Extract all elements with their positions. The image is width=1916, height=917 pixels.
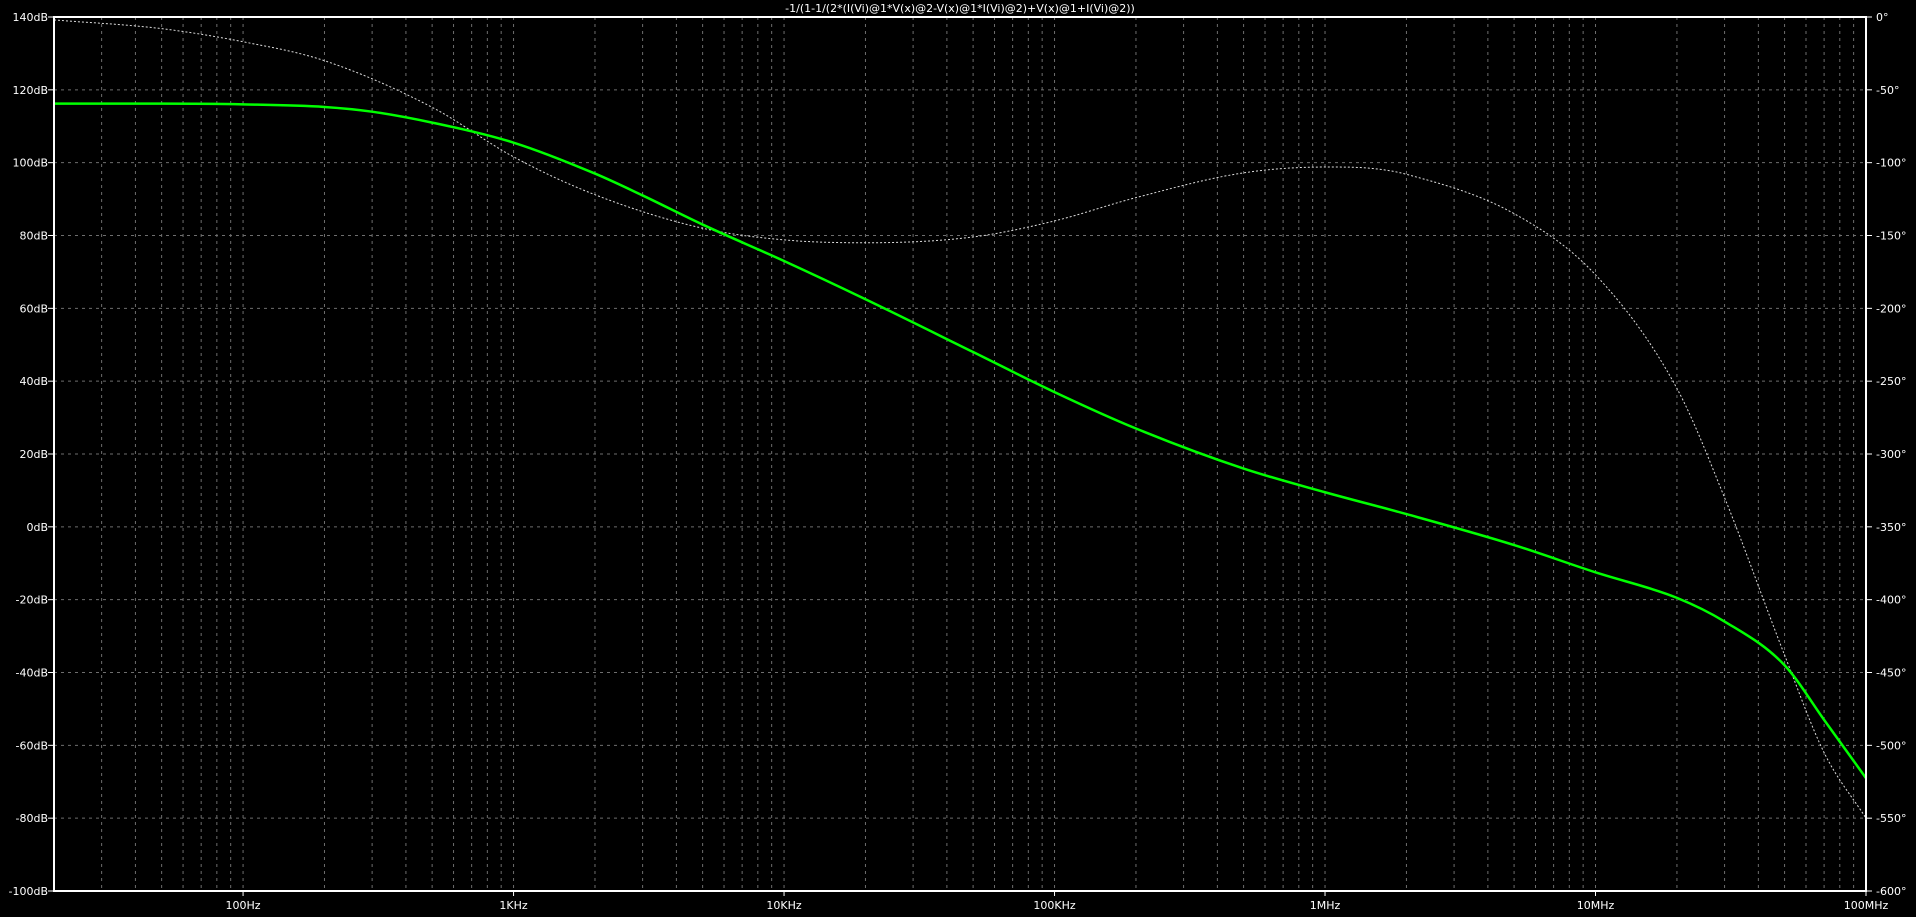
y-left-tick-label: -20dB [16, 594, 49, 607]
y-left-tick-label: -60dB [16, 739, 49, 752]
y-left-tick-label: -40dB [16, 667, 49, 680]
x-tick-label: 1KHz [499, 899, 527, 912]
bode-plot: 140dB 120dB 100dB 80dB 60dB 40dB 20dB 0dB -20dB -… [0, 0, 1916, 917]
plot-background [0, 0, 1916, 917]
y-left-tick-label: 80dB [19, 230, 48, 243]
y-left-tick-label: 100dB [12, 157, 48, 170]
y-right-tick-label: -200° [1876, 302, 1906, 315]
y-left-tick-label: 40dB [19, 375, 48, 388]
y-right-tick-label: -600° [1876, 885, 1906, 898]
y-left-tick-label: 60dB [19, 302, 48, 315]
x-tick-label: 10KHz [766, 899, 801, 912]
y-right-tick-label: -400° [1876, 594, 1906, 607]
y-left-tick-label: -80dB [16, 812, 49, 825]
x-tick-label: 1MHz [1310, 899, 1341, 912]
y-right-tick-label: -450° [1876, 667, 1906, 680]
x-tick-label: 100KHz [1033, 899, 1075, 912]
x-tick-label: 100Hz [226, 899, 261, 912]
y-right-tick-label: -550° [1876, 812, 1906, 825]
y-right-tick-label: -350° [1876, 521, 1906, 534]
y-left-tick-label: 120dB [12, 84, 48, 97]
chart-title: -1/(1-1/(2*(I(Vi)@1*V(x)@2-V(x)@1*I(Vi)@… [785, 2, 1135, 15]
x-tick-label: 100MHz [1844, 899, 1889, 912]
y-right-tick-label: -150° [1876, 230, 1906, 243]
y-right-tick-label: -50° [1876, 84, 1899, 97]
y-left-tick-label: -100dB [9, 885, 49, 898]
y-right-tick-label: -100° [1876, 157, 1906, 170]
y-left-tick-label: 20dB [19, 448, 48, 461]
x-tick-label: 10MHz [1577, 899, 1615, 912]
y-left-tick-label: 0dB [26, 521, 48, 534]
y-right-tick-label: -500° [1876, 739, 1906, 752]
y-left-tick-label: 140dB [12, 11, 48, 24]
y-right-tick-label: 0° [1876, 11, 1889, 24]
y-right-tick-label: -250° [1876, 375, 1906, 388]
y-right-tick-label: -300° [1876, 448, 1906, 461]
